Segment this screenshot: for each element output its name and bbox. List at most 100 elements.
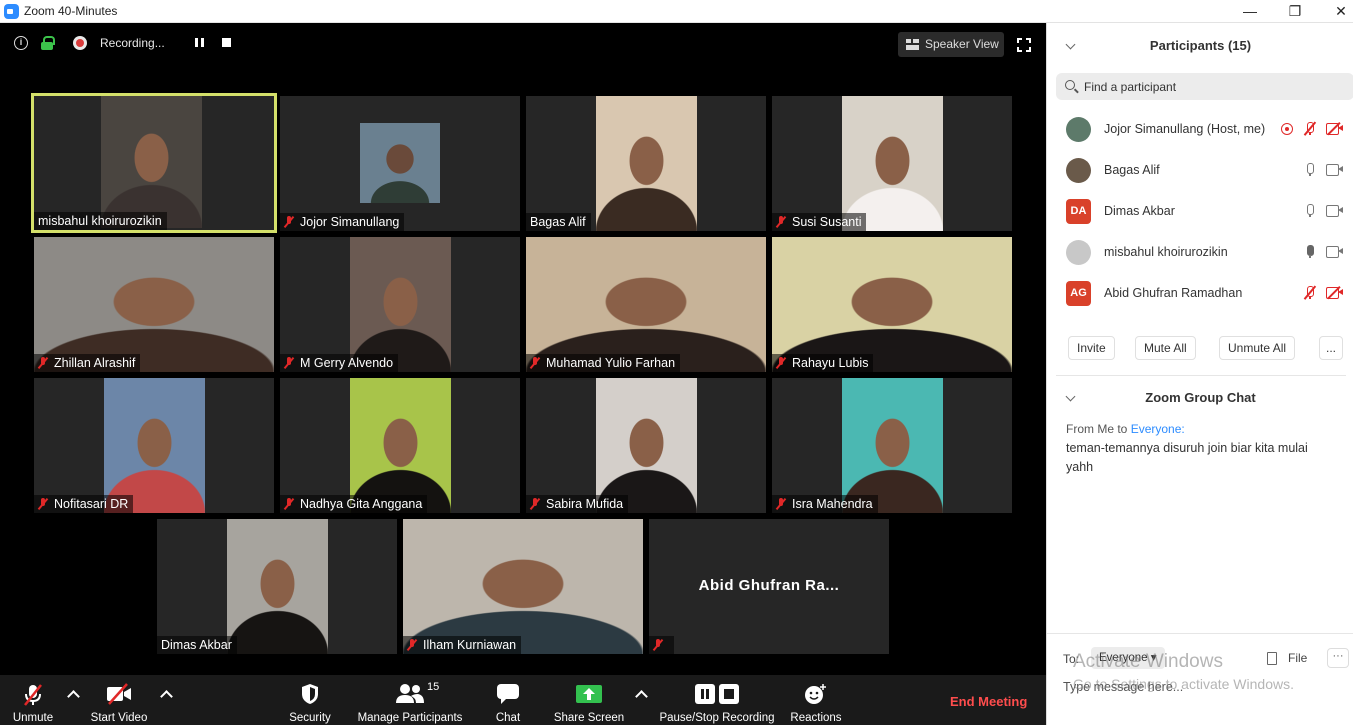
- pause-stop-recording-button[interactable]: Pause/Stop Recording: [656, 675, 778, 725]
- invite-button[interactable]: Invite: [1068, 336, 1115, 360]
- video-tile[interactable]: Muhamad Yulio Farhan: [526, 237, 766, 372]
- participant-row[interactable]: Bagas Alif: [1047, 150, 1353, 191]
- chat-button[interactable]: Chat: [488, 675, 528, 725]
- stop-recording-icon[interactable]: [222, 38, 231, 47]
- unmute-label: Unmute: [12, 712, 54, 724]
- participant-search[interactable]: [1056, 73, 1353, 100]
- reactions-button[interactable]: Reactions: [788, 675, 844, 725]
- close-window-button[interactable]: ✕: [1318, 0, 1353, 23]
- microphone-muted-icon: [284, 216, 294, 228]
- participant-row[interactable]: Jojor Simanullang (Host, me): [1047, 109, 1353, 150]
- manage-participants-button[interactable]: 15 Manage Participants: [352, 675, 468, 725]
- tile-name-label: Ilham Kurniawan: [403, 636, 522, 654]
- video-tile[interactable]: Sabira Mufida: [526, 378, 766, 513]
- shield-icon: [302, 684, 318, 704]
- speaker-view-button[interactable]: Speaker View: [898, 32, 1004, 57]
- video-camera-icon[interactable]: [1326, 246, 1343, 258]
- video-tile[interactable]: Isra Mahendra: [772, 378, 1012, 513]
- speaker-view-label: Speaker View: [925, 37, 999, 51]
- tile-name-label: Zhillan Alrashif: [34, 354, 141, 372]
- microphone-muted-icon: [653, 639, 663, 651]
- video-tile[interactable]: Nadhya Gita Anggana: [280, 378, 520, 513]
- chat-message-input[interactable]: [1063, 676, 1343, 698]
- participant-video: [596, 378, 697, 513]
- participant-name: Jojor Simanullang: [300, 215, 400, 229]
- participant-video: [227, 519, 328, 654]
- video-camera-icon[interactable]: [1326, 164, 1343, 176]
- chat-to-label: To:: [1063, 652, 1080, 666]
- video-tile[interactable]: misbahul khoirurozikin: [31, 93, 277, 233]
- file-icon[interactable]: [1267, 652, 1277, 665]
- participant-row[interactable]: misbahul khoirurozikin: [1047, 232, 1353, 273]
- microphone-muted-icon[interactable]: [1303, 121, 1316, 136]
- file-button[interactable]: File: [1288, 651, 1307, 665]
- participant-video: [104, 378, 205, 513]
- unmute-all-button[interactable]: Unmute All: [1219, 336, 1296, 360]
- participant-video: [34, 237, 274, 372]
- share-screen-button[interactable]: Share Screen: [552, 675, 626, 725]
- microphone-muted-icon: [776, 216, 786, 228]
- video-tile[interactable]: Abid Ghufran Ra...: [649, 519, 889, 654]
- participant-name: M Gerry Alvendo: [300, 356, 394, 370]
- chat-from-label: From Me to: [1066, 422, 1128, 436]
- participant-name: Dimas Akbar: [161, 638, 232, 652]
- participants-icon: [396, 684, 424, 703]
- window-title: Zoom 40-Minutes: [24, 4, 118, 18]
- video-tile[interactable]: Zhillan Alrashif: [34, 237, 274, 372]
- video-off-icon: [107, 683, 131, 705]
- tile-name-label: Isra Mahendra: [772, 495, 878, 513]
- participant-name: misbahul khoirurozikin: [38, 214, 162, 228]
- microphone-icon[interactable]: [1305, 204, 1315, 218]
- fullscreen-icon[interactable]: [1017, 38, 1031, 52]
- video-tile[interactable]: Nofitasari DR: [34, 378, 274, 513]
- tile-name-label: Bagas Alif: [526, 213, 591, 231]
- mute-all-button[interactable]: Mute All: [1135, 336, 1196, 360]
- chat-recipient-value: Everyone: [1099, 652, 1148, 664]
- avatar: AG: [1066, 281, 1091, 306]
- video-tile[interactable]: Dimas Akbar: [157, 519, 397, 654]
- participant-video: [101, 96, 202, 228]
- end-meeting-button[interactable]: End Meeting: [950, 694, 1027, 709]
- meeting-toolbar: Unmute Start Video Security 15 Manage Pa…: [0, 675, 1046, 725]
- video-tile[interactable]: M Gerry Alvendo: [280, 237, 520, 372]
- video-camera-icon[interactable]: [1326, 205, 1343, 217]
- chat-recipient-select[interactable]: Everyone ▾: [1091, 647, 1165, 669]
- video-tile[interactable]: Ilham Kurniawan: [403, 519, 643, 654]
- video-options-chevron-icon[interactable]: [160, 690, 173, 703]
- minimize-button[interactable]: —: [1227, 0, 1273, 23]
- share-options-chevron-icon[interactable]: [635, 690, 648, 703]
- pause-stop-recording-label: Pause/Stop Recording: [659, 712, 775, 724]
- video-tile[interactable]: Jojor Simanullang: [280, 96, 520, 231]
- participants-more-button[interactable]: ...: [1319, 336, 1344, 360]
- video-off-icon[interactable]: [1326, 121, 1343, 136]
- audio-options-chevron-icon[interactable]: [67, 690, 80, 703]
- participant-row[interactable]: DA Dimas Akbar: [1047, 191, 1353, 232]
- start-video-button[interactable]: Start Video: [86, 675, 152, 725]
- tile-name-label: misbahul khoirurozikin: [34, 212, 167, 230]
- chat-to-name[interactable]: Everyone:: [1131, 422, 1185, 436]
- unmute-button[interactable]: Unmute: [6, 675, 60, 725]
- tile-name-label: Susi Susanti: [772, 213, 867, 231]
- participant-row-name: Bagas Alif: [1104, 163, 1160, 177]
- microphone-muted-icon[interactable]: [1303, 285, 1316, 300]
- participant-search-input[interactable]: [1084, 73, 1344, 100]
- chat-more-button[interactable]: ···: [1327, 648, 1349, 668]
- participant-row-name: misbahul khoirurozikin: [1104, 245, 1228, 259]
- video-tile[interactable]: Susi Susanti: [772, 96, 1012, 231]
- microphone-icon[interactable]: [1305, 245, 1315, 259]
- participant-row[interactable]: AG Abid Ghufran Ramadhan: [1047, 273, 1353, 314]
- meeting-info-icon[interactable]: i: [14, 36, 28, 50]
- video-off-icon[interactable]: [1326, 285, 1343, 300]
- microphone-muted-icon: [24, 684, 42, 706]
- tile-name-label: M Gerry Alvendo: [280, 354, 399, 372]
- zoom-app-icon: [4, 4, 19, 19]
- video-tile[interactable]: Bagas Alif: [526, 96, 766, 231]
- security-button[interactable]: Security: [284, 675, 336, 725]
- pause-recording-icon[interactable]: [195, 38, 204, 47]
- encryption-lock-icon[interactable]: [41, 36, 55, 50]
- video-tile[interactable]: Rahayu Lubis: [772, 237, 1012, 372]
- maximize-button[interactable]: ❐: [1272, 0, 1318, 23]
- chat-bubble-icon: [497, 684, 519, 704]
- share-screen-label: Share Screen: [553, 712, 625, 724]
- microphone-icon[interactable]: [1305, 163, 1315, 177]
